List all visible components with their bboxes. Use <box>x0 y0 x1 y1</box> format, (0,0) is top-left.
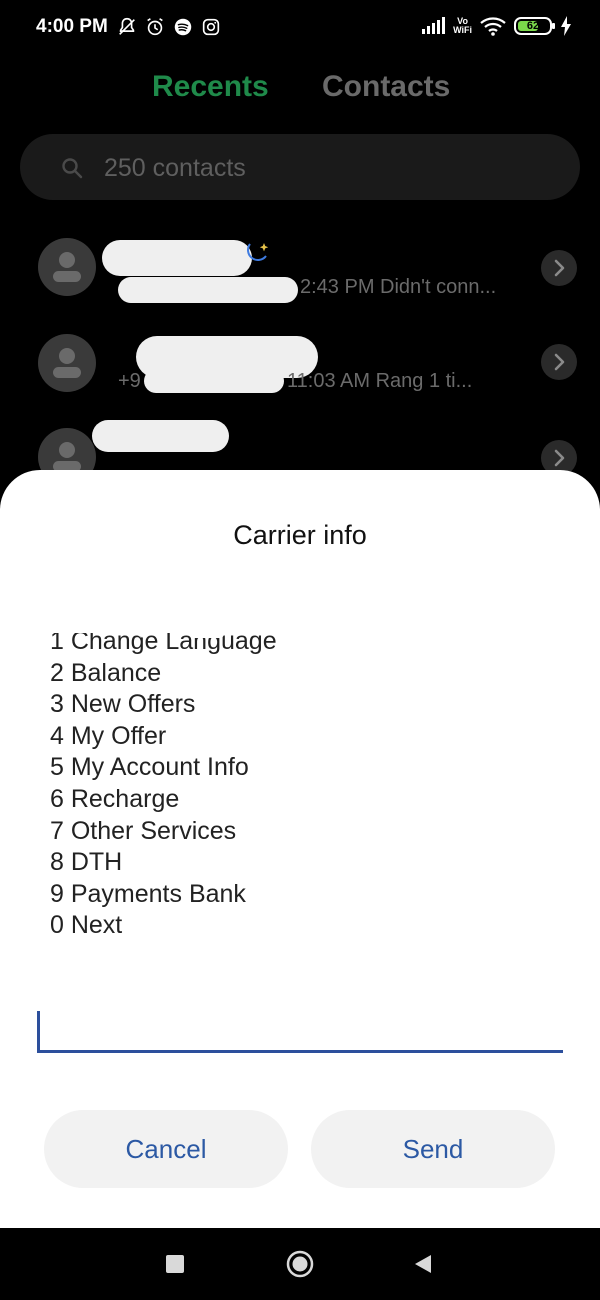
tab-contacts[interactable]: Contacts <box>322 70 450 104</box>
tab-bar: Recents Contacts <box>0 70 600 114</box>
redaction-overlay-shapes <box>118 608 226 638</box>
vowifi-bottom-label: WiFi <box>453 25 472 35</box>
search-bar[interactable]: 250 contacts <box>20 134 580 200</box>
ussd-menu: 1 Change Language 2 Balance 3 New Offers… <box>50 626 277 942</box>
back-icon[interactable] <box>414 1254 432 1274</box>
redacted-name <box>102 240 252 276</box>
call-log-row[interactable]: 2:43 PM Didn't conn... <box>0 220 600 314</box>
ussd-menu-line: 9 Payments Bank <box>50 879 246 908</box>
avatar <box>38 334 96 392</box>
recent-apps-icon[interactable] <box>166 1255 184 1273</box>
avatar <box>38 238 96 296</box>
call-details-button[interactable] <box>541 250 577 286</box>
call-log-row[interactable]: +9 11:03 AM Rang 1 ti... <box>0 314 600 408</box>
battery-level: 62 <box>526 20 540 32</box>
tab-recents[interactable]: Recents <box>152 70 269 104</box>
chevron-right-icon <box>554 259 565 277</box>
redacted-name <box>92 420 229 452</box>
redacted-number <box>144 369 284 393</box>
call-detail: 11:03 AM Rang 1 ti... <box>287 370 473 392</box>
notification-icons <box>116 16 222 38</box>
navigation-bar <box>0 1228 600 1300</box>
redacted-number <box>118 277 298 303</box>
call-number-prefix: +9 <box>118 370 141 392</box>
ussd-reply-input[interactable] <box>37 1050 563 1053</box>
call-details-button[interactable] <box>541 344 577 380</box>
person-icon <box>53 348 81 378</box>
dialog-title: Carrier info <box>233 520 367 550</box>
cancel-button[interactable]: Cancel <box>44 1110 288 1188</box>
mute-bell-icon <box>119 17 135 35</box>
status-time: 4:00 PM <box>36 16 108 37</box>
alarm-icon <box>147 18 163 36</box>
ussd-menu-line: 0 Next <box>50 911 123 940</box>
person-icon <box>53 252 81 282</box>
ussd-menu-line: 4 My Offer <box>50 721 167 750</box>
ussd-menu-line: 3 New Offers <box>50 690 196 719</box>
signal-icon <box>422 17 446 34</box>
search-icon <box>62 158 83 179</box>
instagram-icon <box>202 18 220 36</box>
home-icon[interactable] <box>286 1250 314 1278</box>
vowifi-icon: Vo WiFi <box>453 17 472 35</box>
wifi-icon <box>480 17 506 36</box>
system-icons: Vo WiFi 62 <box>421 16 572 36</box>
ussd-menu-line: 6 Recharge <box>50 784 180 813</box>
send-button[interactable]: Send <box>311 1110 555 1188</box>
status-bar: 4:00 PM Vo WiFi 62 <box>0 0 600 56</box>
ussd-menu-line: 5 My Account Info <box>50 753 249 782</box>
ussd-menu-line: 8 DTH <box>50 848 123 877</box>
call-detail: 2:43 PM Didn't conn... <box>300 276 497 298</box>
battery-icon: 62 <box>514 17 555 35</box>
charging-icon <box>561 16 571 36</box>
ussd-menu-line: 2 Balance <box>50 658 162 687</box>
sparkle-badge-icon <box>247 243 269 261</box>
carrier-info-dialog: Carrier info 1 Change Language 2 Balance… <box>0 470 600 1228</box>
chevron-right-icon <box>554 353 565 371</box>
spotify-icon <box>174 18 192 36</box>
ussd-menu-line: 7 Other Services <box>50 816 237 845</box>
search-input[interactable]: 250 contacts <box>104 154 246 183</box>
text-cursor <box>37 1011 40 1051</box>
